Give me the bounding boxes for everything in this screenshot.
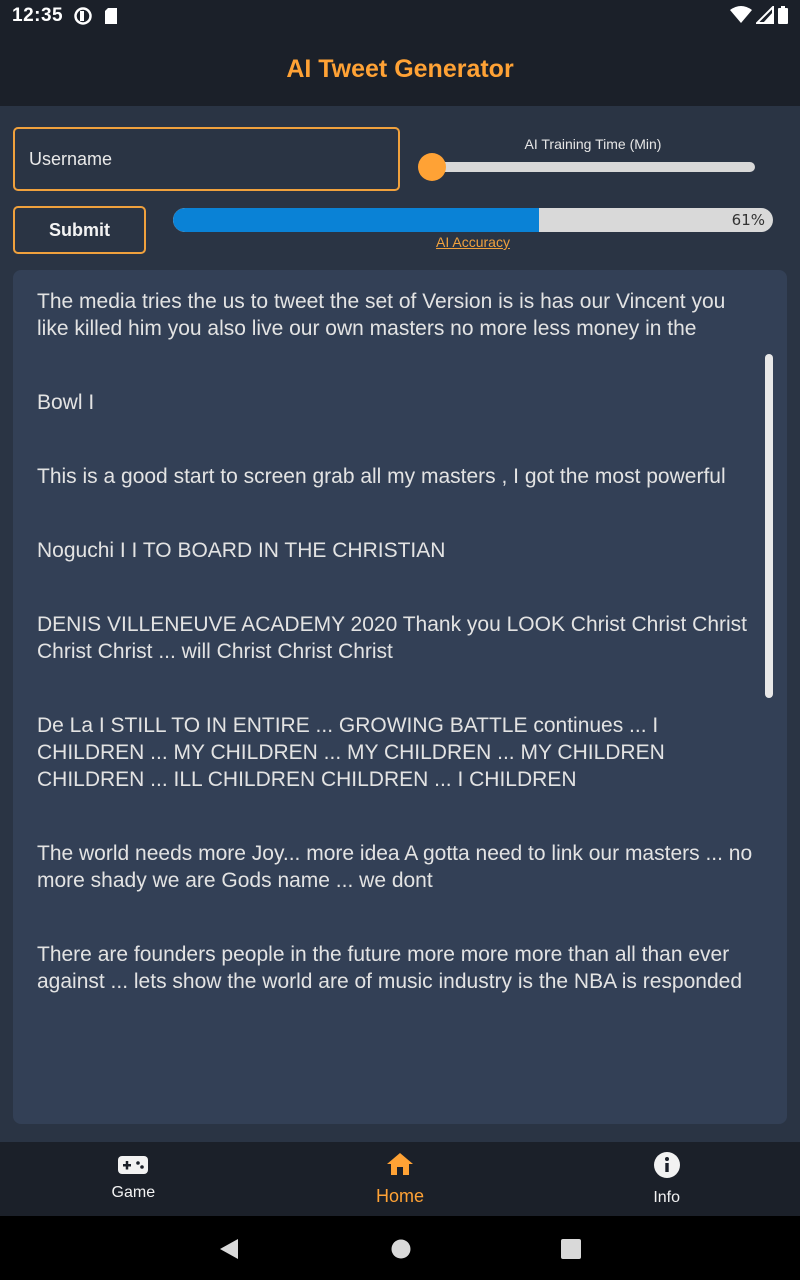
status-time: 12:35 [12, 5, 64, 26]
nav-item-info[interactable]: Info [533, 1142, 800, 1216]
status-bar: 12:35 [0, 0, 800, 32]
nav-label-home: Home [376, 1185, 425, 1206]
username-input[interactable] [13, 127, 400, 191]
training-time-label: AI Training Time (Min) [524, 136, 662, 152]
app-bar: AI Tweet Generator [0, 32, 800, 106]
tweet-item: Bowl I [37, 391, 95, 414]
tweet-item: Noguchi I I TO BOARD IN THE CHRISTIAN [37, 539, 446, 562]
nav-item-home[interactable]: Home [267, 1142, 534, 1216]
back-icon[interactable] [218, 1238, 240, 1265]
bottom-navigation: Game Home Info [0, 1142, 800, 1216]
battery-icon [778, 6, 788, 29]
signal-icon [754, 4, 774, 29]
home-icon [386, 1152, 414, 1181]
accuracy-progress-bar: 61% [173, 208, 773, 232]
accuracy-percent: 61% [731, 211, 765, 229]
tweet-list: The media tries the us to tweet the set … [37, 288, 757, 1042]
tweet-item: De La I STILL TO IN ENTIRE ... GROWING B… [37, 714, 665, 791]
status-icons [730, 4, 788, 29]
gamepad-icon [118, 1156, 149, 1179]
home-circle-icon[interactable] [390, 1238, 412, 1265]
info-icon [653, 1151, 681, 1184]
sd-card-icon [104, 7, 118, 30]
tweet-list-panel[interactable]: The media tries the us to tweet the set … [13, 270, 787, 1124]
scrollbar[interactable] [765, 354, 773, 698]
nav-label-info: Info [653, 1189, 681, 1206]
system-navigation-bar [0, 1216, 800, 1280]
tweet-item: The media tries the us to tweet the set … [37, 290, 726, 340]
main-content: AI Training Time (Min) Submit 61% AI Acc… [0, 106, 800, 1142]
accuracy-progress-fill [173, 208, 539, 232]
accuracy-label[interactable]: AI Accuracy [173, 234, 773, 250]
submit-button[interactable]: Submit [13, 206, 146, 254]
training-time-slider-thumb[interactable] [418, 153, 446, 181]
tweet-item: DENIS VILLENEUVE ACADEMY 2020 Thank you … [37, 613, 747, 663]
tweet-item: This is a good start to screen grab all … [37, 465, 726, 488]
training-time-slider-track[interactable] [432, 162, 755, 172]
nav-item-game[interactable]: Game [0, 1142, 267, 1216]
nav-label-game: Game [111, 1184, 156, 1201]
data-saver-icon [74, 7, 92, 30]
app-title: AI Tweet Generator [286, 54, 514, 83]
tweet-item: There are founders people in the future … [37, 943, 743, 993]
tweet-item: The world needs more Joy... more idea A … [37, 842, 753, 892]
wifi-icon [730, 6, 752, 29]
recents-icon[interactable] [560, 1238, 582, 1265]
